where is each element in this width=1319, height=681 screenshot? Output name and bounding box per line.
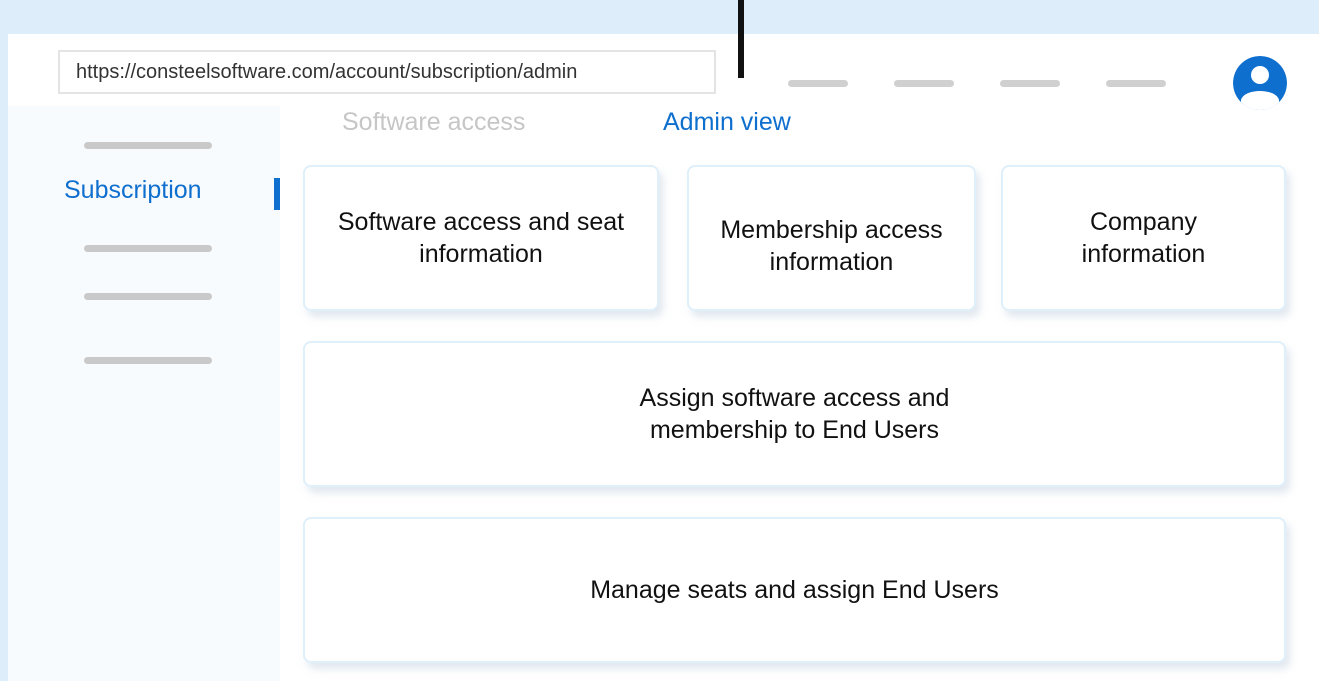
sidebar-item-placeholder-2[interactable] [84,245,212,252]
software-access-seat-card[interactable]: Software access and seat information [303,165,659,311]
sidebar-item-placeholder-1[interactable] [84,142,212,149]
nav-placeholder-2[interactable] [894,80,954,87]
user-icon[interactable] [1233,56,1287,110]
tab-admin-view[interactable]: Admin view [663,108,791,137]
sidebar-item-placeholder-4[interactable] [84,357,212,364]
nav-placeholder-1[interactable] [788,80,848,87]
company-information-card[interactable]: Company information [1001,165,1286,311]
membership-access-card[interactable]: Membership access information [687,165,976,311]
avatar-graphic [1233,56,1287,110]
sidebar-item-placeholder-3[interactable] [84,293,212,300]
manage-seats-card[interactable]: Manage seats and assign End Users [303,517,1286,663]
assign-access-card[interactable]: Assign software access and membership to… [303,341,1286,487]
nav-placeholder-3[interactable] [1000,80,1060,87]
nav-placeholder-4[interactable] [1106,80,1166,87]
tab-software-access[interactable]: Software access [342,108,525,137]
url-bar[interactable]: https://consteelsoftware.com/account/sub… [58,50,716,94]
sidebar-active-indicator [274,178,280,210]
sidebar-item-subscription[interactable]: Subscription [64,176,202,205]
text-cursor [738,0,744,78]
